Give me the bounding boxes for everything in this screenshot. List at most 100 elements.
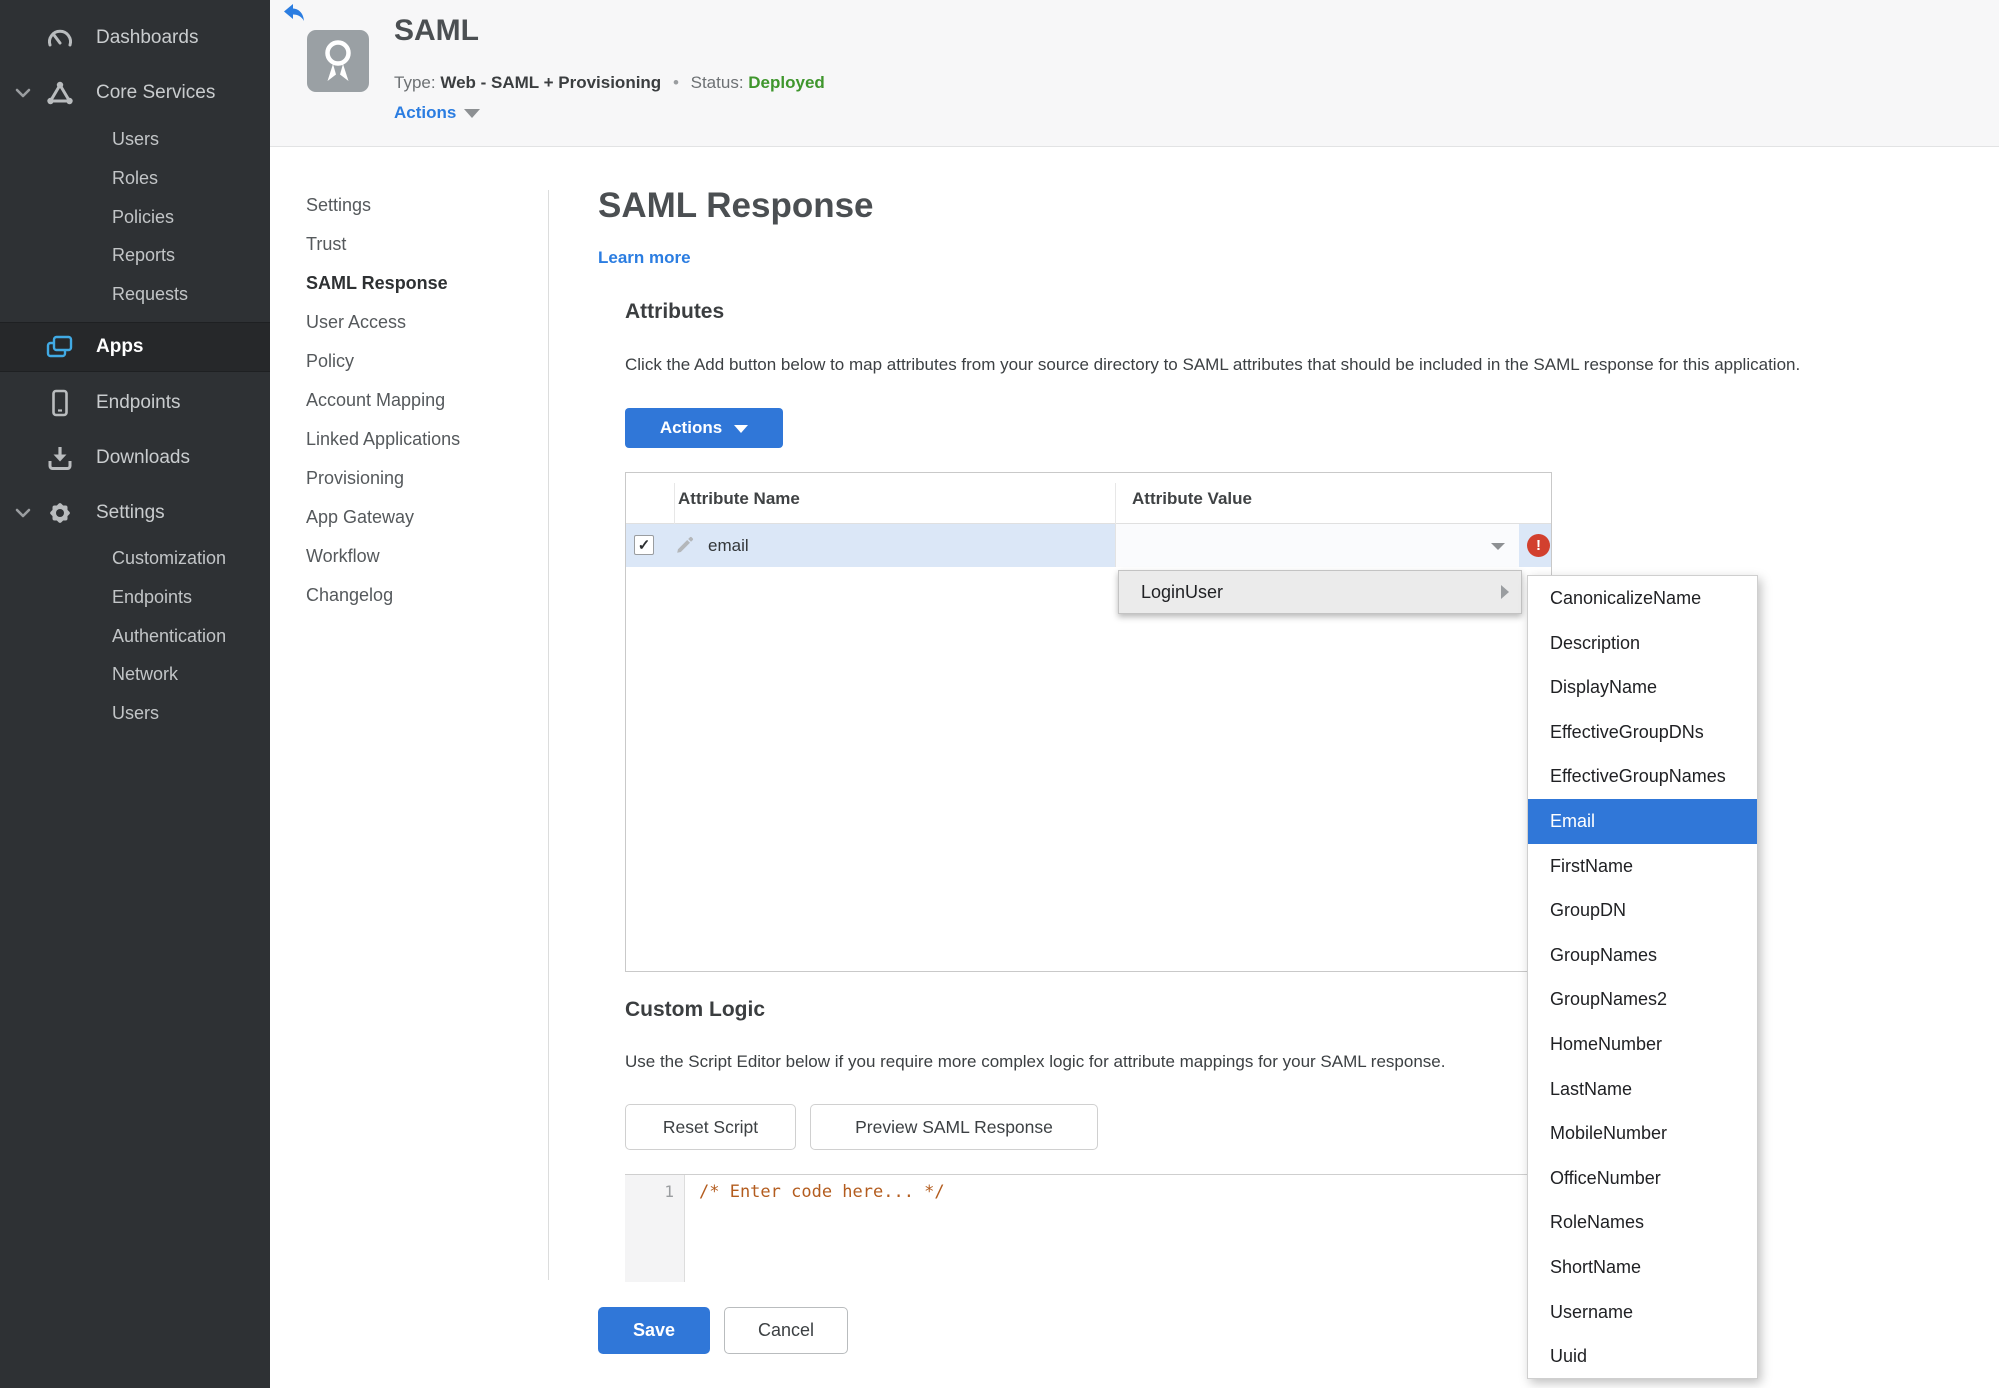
header-actions-label: Actions xyxy=(394,103,457,122)
sidebar-item-endpoints[interactable]: Endpoints xyxy=(0,376,270,430)
app-window: Dashboards Core Services Users Roles Polic… xyxy=(0,0,1999,1388)
submenu-arrow-icon xyxy=(1501,585,1509,599)
apps-icon xyxy=(44,332,76,362)
subnav-item[interactable]: Settings xyxy=(270,186,548,225)
sidebar-item-label: Apps xyxy=(96,336,144,357)
sidebar-item-apps[interactable]: Apps xyxy=(0,322,270,372)
attributes-heading: Attributes xyxy=(625,300,725,323)
sidebar-item-label: Endpoints xyxy=(96,392,181,413)
submenu-item[interactable]: FirstName xyxy=(1528,844,1757,889)
row-checkbox[interactable]: ✓ xyxy=(634,535,654,555)
attribute-value-dropdown[interactable] xyxy=(1115,524,1519,567)
submenu-item[interactable]: RoleNames xyxy=(1528,1200,1757,1245)
back-arrow-icon[interactable] xyxy=(283,3,305,23)
sidebar-item-label: Settings xyxy=(96,502,165,523)
chevron-down-icon[interactable] xyxy=(15,86,31,104)
sidebar-subitem[interactable]: Authentication xyxy=(0,617,270,656)
sidebar-subitem[interactable]: Reports xyxy=(0,236,270,275)
sidebar-item-core-services[interactable]: Core Services xyxy=(0,66,270,120)
custom-logic-heading: Custom Logic xyxy=(625,998,765,1021)
status-label: Status: xyxy=(690,73,744,92)
subnav-item[interactable]: Provisioning xyxy=(270,459,548,498)
submenu-item[interactable]: GroupNames xyxy=(1528,933,1757,978)
submenu-item[interactable]: EffectiveGroupNames xyxy=(1528,754,1757,799)
value-menu-loginuser[interactable]: LoginUser xyxy=(1118,570,1522,614)
sidebar: Dashboards Core Services Users Roles Polic… xyxy=(0,0,270,1388)
type-label: Type: xyxy=(394,73,436,92)
script-editor[interactable]: 1 /* Enter code here... */ xyxy=(625,1174,1552,1282)
preview-saml-response-button[interactable]: Preview SAML Response xyxy=(810,1104,1098,1150)
subnav-item[interactable]: Policy xyxy=(270,342,548,381)
sidebar-subitem[interactable]: Endpoints xyxy=(0,578,270,617)
subnav-item[interactable]: Trust xyxy=(270,225,548,264)
error-icon: ! xyxy=(1527,534,1550,557)
reset-script-button[interactable]: Reset Script xyxy=(625,1104,796,1150)
type-value: Web - SAML + Provisioning xyxy=(440,73,662,92)
sidebar-subitem[interactable]: Policies xyxy=(0,198,270,237)
table-row[interactable]: ✓ email ! xyxy=(626,524,1551,567)
caret-down-icon xyxy=(1491,543,1505,550)
sidebar-subitem[interactable]: Requests xyxy=(0,275,270,314)
actions-button-label: Actions xyxy=(659,418,723,437)
submenu-item[interactable]: DisplayName xyxy=(1528,665,1757,710)
subnav-item[interactable]: App Gateway xyxy=(270,498,548,537)
sidebar-item-label: Dashboards xyxy=(96,27,199,48)
attributes-actions-button[interactable]: Actions xyxy=(625,408,783,448)
gear-icon xyxy=(44,498,76,528)
sidebar-core-children: Users Roles Policies Reports Requests xyxy=(0,120,270,314)
sidebar-subitem[interactable]: Network xyxy=(0,655,270,694)
caret-down-icon xyxy=(464,109,481,119)
submenu-item[interactable]: Username xyxy=(1528,1290,1757,1335)
editor-gutter: 1 xyxy=(625,1175,685,1282)
submenu-item[interactable]: Description xyxy=(1528,621,1757,666)
attributes-description: Click the Add button below to map attrib… xyxy=(625,355,1801,374)
submenu-item[interactable]: HomeNumber xyxy=(1528,1022,1757,1067)
app-header: SAML Type: Web - SAML + Provisioning • S… xyxy=(270,0,1999,147)
submenu-item[interactable]: CanonicalizeName xyxy=(1528,576,1757,621)
phone-icon xyxy=(44,388,76,418)
submenu-item[interactable]: GroupDN xyxy=(1528,888,1757,933)
sidebar-subitem[interactable]: Customization xyxy=(0,539,270,578)
editor-code[interactable]: /* Enter code here... */ xyxy=(699,1182,945,1202)
meta-separator: • xyxy=(672,73,679,92)
status-badge: Deployed xyxy=(748,73,825,92)
subnav-item[interactable]: Account Mapping xyxy=(270,381,548,420)
learn-more-link[interactable]: Learn more xyxy=(598,248,691,268)
custom-logic-description: Use the Script Editor below if you requi… xyxy=(625,1052,1446,1071)
line-number: 1 xyxy=(664,1182,674,1201)
subnav-item[interactable]: Workflow xyxy=(270,537,548,576)
subnav-item[interactable]: Changelog xyxy=(270,576,548,615)
sidebar-item-downloads[interactable]: Downloads xyxy=(0,431,270,485)
sidebar-subitem[interactable]: Roles xyxy=(0,159,270,198)
sidebar-item-settings[interactable]: Settings xyxy=(0,486,270,540)
cancel-button[interactable]: Cancel xyxy=(724,1307,848,1354)
submenu-item[interactable]: Email xyxy=(1528,798,1757,844)
sidebar-subitem[interactable]: Users xyxy=(0,694,270,733)
sidebar-subitem[interactable]: Users xyxy=(0,120,270,159)
pencil-icon xyxy=(676,536,694,559)
table-header: Attribute Name Attribute Value xyxy=(626,473,1551,524)
submenu-item[interactable]: LastName xyxy=(1528,1067,1757,1112)
submenu-item[interactable]: OfficeNumber xyxy=(1528,1156,1757,1201)
saml-app-icon xyxy=(307,30,369,92)
submenu-item[interactable]: Uuid xyxy=(1528,1334,1757,1378)
subnav-item[interactable]: Linked Applications xyxy=(270,420,548,459)
attributes-table: Attribute Name Attribute Value ✓ email ! xyxy=(625,472,1552,972)
subnav-item[interactable]: SAML Response xyxy=(270,264,548,303)
gauge-icon xyxy=(44,23,76,53)
submenu-item[interactable]: MobileNumber xyxy=(1528,1111,1757,1156)
sidebar-item-dashboards[interactable]: Dashboards xyxy=(0,11,270,65)
column-divider xyxy=(674,483,675,524)
submenu-item[interactable]: ShortName xyxy=(1528,1245,1757,1290)
save-button[interactable]: Save xyxy=(598,1307,710,1354)
header-actions-menu[interactable]: Actions xyxy=(394,103,481,123)
nav-divider xyxy=(548,190,549,1280)
submenu-item[interactable]: EffectiveGroupDNs xyxy=(1528,710,1757,755)
sidebar-settings-children: Customization Endpoints Authentication Netw… xyxy=(0,539,270,733)
core-services-icon xyxy=(44,78,76,108)
sidebar-item-label: Core Services xyxy=(96,82,216,103)
chevron-down-icon[interactable] xyxy=(15,506,31,524)
app-subnav: Settings Trust SAML Response User Access Pol… xyxy=(270,186,548,615)
subnav-item[interactable]: User Access xyxy=(270,303,548,342)
submenu-item[interactable]: GroupNames2 xyxy=(1528,977,1757,1022)
